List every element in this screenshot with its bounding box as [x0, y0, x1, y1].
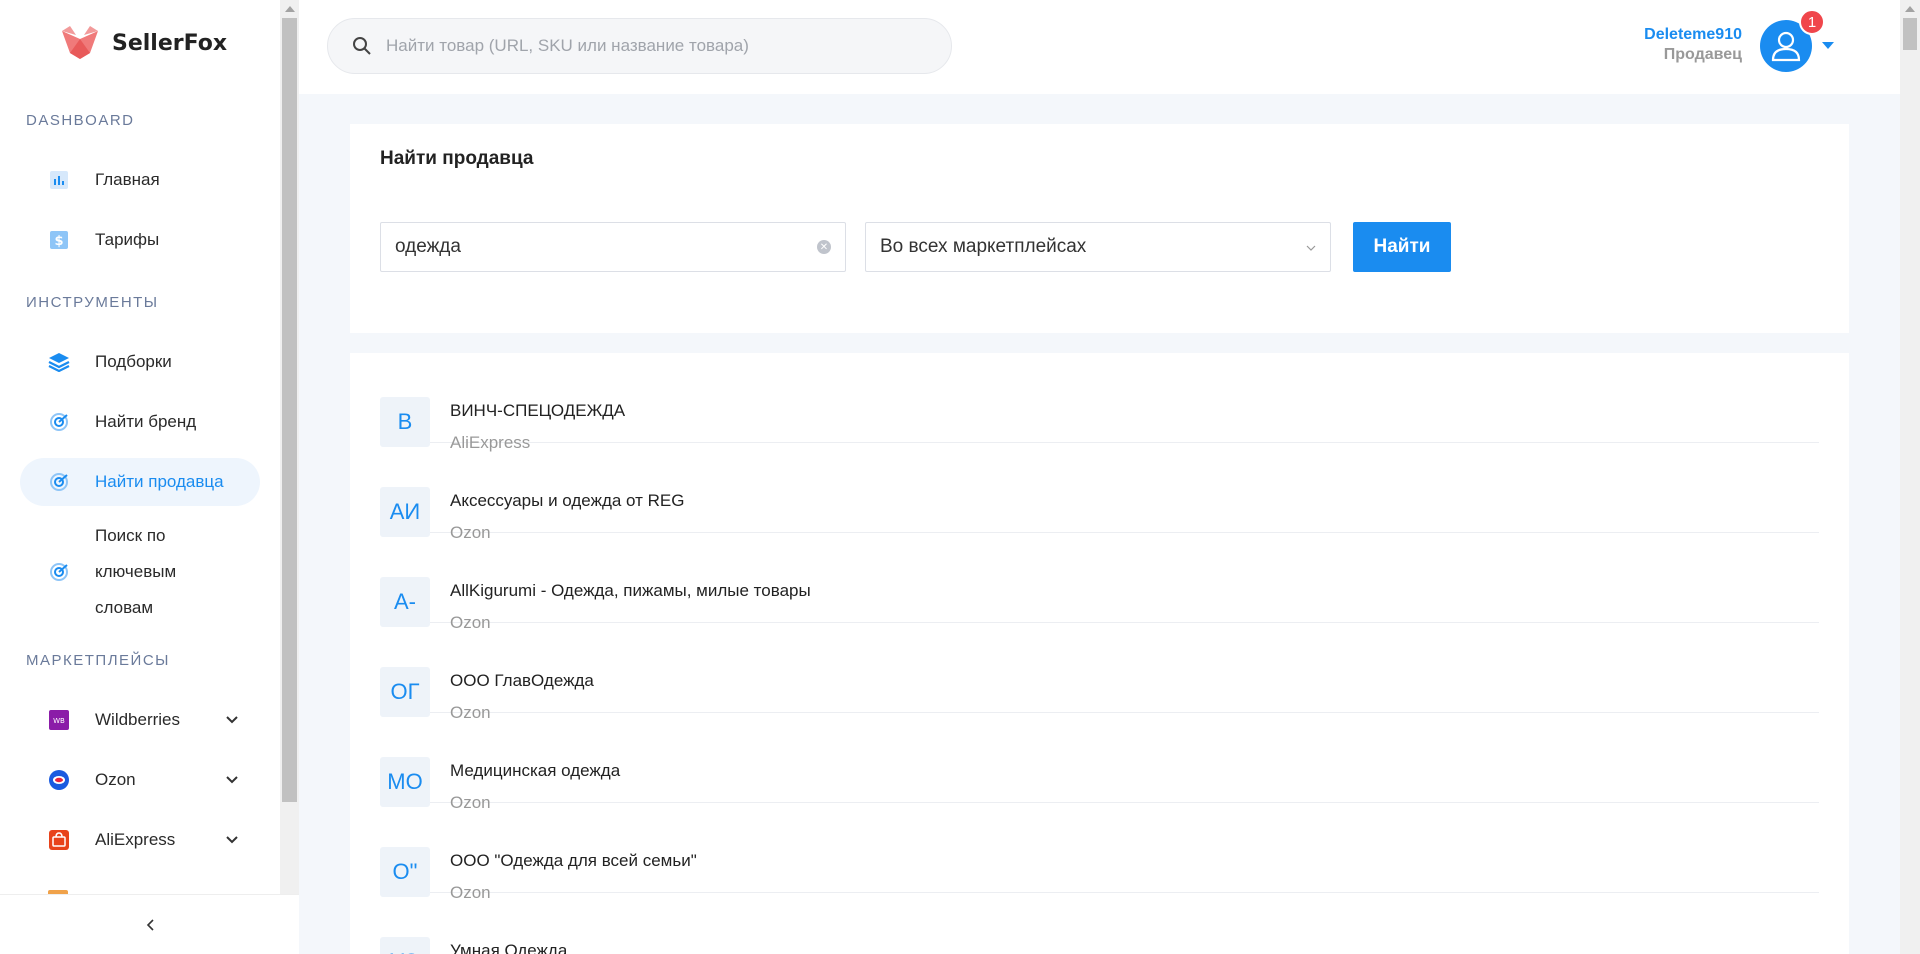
chevron-down-icon — [1306, 245, 1316, 251]
list-item[interactable]: ОГ ООО ГлавОдежда Ozon — [380, 623, 1819, 722]
dollar-icon: $ — [48, 229, 70, 251]
card-title: Найти продавца — [380, 148, 534, 169]
app-name: SellerFox — [112, 30, 228, 56]
user-icon — [1771, 31, 1801, 62]
radar-icon — [48, 471, 70, 493]
aliexpress-icon — [48, 829, 70, 851]
product-search-input[interactable] — [386, 36, 926, 56]
sidebar-item-aliexpress[interactable]: AliExpress — [20, 816, 260, 864]
sidebar-item-label: Тарифы — [95, 230, 160, 249]
chevron-down-icon[interactable] — [225, 773, 239, 787]
radar-icon — [48, 561, 70, 583]
sidebar-scroll: SellerFox DASHBOARD Главная $ Тарифы ИНС… — [0, 0, 280, 894]
seller-avatar: МО — [380, 757, 430, 807]
scroll-up-arrow-icon[interactable] — [1905, 6, 1915, 12]
seller-name[interactable]: Аксессуары и одежда от REG — [450, 491, 684, 511]
seller-avatar: УО — [380, 937, 430, 954]
seller-avatar: В — [380, 397, 430, 447]
seller-name[interactable]: AllKigurumi - Одежда, пижамы, милые това… — [450, 581, 811, 601]
fox-logo-icon — [62, 26, 98, 59]
sidebar-item-label: AliExpress — [95, 830, 176, 849]
seller-search-card: Найти продавца ✕ Во всех маркетплейсах Н… — [350, 124, 1849, 333]
svg-text:WB: WB — [53, 717, 65, 725]
marketplace-select[interactable]: Во всех маркетплейсах — [865, 222, 1331, 272]
sidebar-item-label: Подборки — [95, 352, 172, 371]
scrollbar-thumb[interactable] — [1903, 18, 1917, 50]
sidebar-item-tariffs[interactable]: $ Тарифы — [20, 216, 260, 264]
chevron-down-icon[interactable] — [225, 833, 239, 847]
results-card: В ВИНЧ-СПЕЦОДЕЖДА AliExpress АИ Аксессуа… — [350, 353, 1849, 954]
search-icon — [353, 37, 371, 55]
marketplace-select-value: Во всех маркетплейсах — [880, 236, 1087, 257]
sidebar-item-wildberries[interactable]: WB Wildberries — [20, 696, 260, 744]
clear-icon[interactable]: ✕ — [817, 240, 831, 254]
sidebar-item-collections[interactable]: Подборки — [20, 338, 260, 386]
sidebar-item-keyword-search[interactable]: Поиск по ключевым словам — [20, 518, 260, 626]
list-item[interactable]: УО Умная Одежда — [380, 893, 1819, 954]
label-line: словам — [95, 598, 154, 617]
seller-name[interactable]: Умная Одежда — [450, 941, 567, 954]
seller-avatar: АИ — [380, 487, 430, 537]
seller-query-input[interactable] — [395, 236, 795, 258]
wildberries-icon: WB — [48, 709, 70, 731]
seller-avatar: О" — [380, 847, 430, 897]
list-item[interactable]: В ВИНЧ-СПЕЦОДЕЖДА AliExpress — [380, 353, 1819, 452]
user-menu[interactable]: Deleteme910 Продавец 1 — [1600, 0, 1900, 94]
ozon-icon — [48, 769, 70, 791]
sidebar: SellerFox DASHBOARD Главная $ Тарифы ИНС… — [0, 0, 299, 954]
section-marketplaces: МАРКЕТПЛЕЙСЫ — [26, 652, 170, 669]
product-search[interactable] — [327, 18, 952, 74]
user-name: Deleteme910 — [1644, 26, 1742, 43]
logo[interactable]: SellerFox — [60, 25, 227, 61]
sidebar-scrollbar[interactable] — [280, 0, 299, 894]
sidebar-collapse-button[interactable] — [0, 894, 299, 954]
seller-name[interactable]: ООО ГлавОдежда — [450, 671, 594, 691]
scrollbar-thumb[interactable] — [282, 18, 297, 802]
sidebar-item-label: Найти продавца — [95, 472, 224, 491]
sidebar-item-ozon[interactable]: Ozon — [20, 756, 260, 804]
seller-name[interactable]: ООО "Одежда для всей семьи" — [450, 851, 697, 871]
seller-avatar: ОГ — [380, 667, 430, 717]
sidebar-item-find-brand[interactable]: Найти бренд — [20, 398, 260, 446]
section-tools: ИНСТРУМЕНТЫ — [26, 294, 159, 311]
chart-icon — [48, 169, 70, 191]
seller-name[interactable]: ВИНЧ-СПЕЦОДЕЖДА — [450, 401, 625, 421]
page-scrollbar[interactable] — [1900, 0, 1920, 954]
user-role: Продавец — [1663, 46, 1742, 63]
top-header: Deleteme910 Продавец 1 — [299, 0, 1900, 94]
caret-down-icon[interactable] — [1822, 42, 1834, 49]
list-item[interactable]: A- AllKigurumi - Одежда, пижамы, милые т… — [380, 533, 1819, 632]
sidebar-item-find-seller[interactable]: Найти продавца — [20, 458, 260, 506]
section-dashboard: DASHBOARD — [26, 112, 135, 129]
list-item[interactable]: МО Медицинская одежда Ozon — [380, 713, 1819, 812]
find-button[interactable]: Найти — [1353, 222, 1451, 272]
list-item[interactable]: О" ООО "Одежда для всей семьи" Ozon — [380, 803, 1819, 902]
sidebar-item-label: Wildberries — [95, 710, 181, 729]
sidebar-item-label: Найти бренд — [95, 412, 197, 431]
sidebar-item-label: Главная — [95, 170, 160, 189]
svg-text:$: $ — [54, 234, 63, 249]
radar-icon — [48, 411, 70, 433]
seller-avatar: A- — [380, 577, 430, 627]
list-item[interactable]: АИ Аксессуары и одежда от REG Ozon — [380, 443, 1819, 542]
chevron-down-icon[interactable] — [225, 713, 239, 727]
label-line: ключевым — [95, 562, 177, 581]
scroll-up-arrow-icon[interactable] — [285, 6, 295, 12]
layers-icon — [48, 351, 70, 373]
sidebar-item-label: Ozon — [95, 770, 136, 789]
chevron-left-icon — [146, 919, 154, 931]
sidebar-item-home[interactable]: Главная — [20, 156, 260, 204]
notification-badge[interactable]: 1 — [1799, 9, 1825, 35]
seller-name[interactable]: Медицинская одежда — [450, 761, 620, 781]
sidebar-item-label: Поиск по ключевым словам — [95, 518, 176, 626]
seller-query-field[interactable]: ✕ — [380, 222, 846, 272]
label-line: Поиск по — [95, 526, 166, 545]
